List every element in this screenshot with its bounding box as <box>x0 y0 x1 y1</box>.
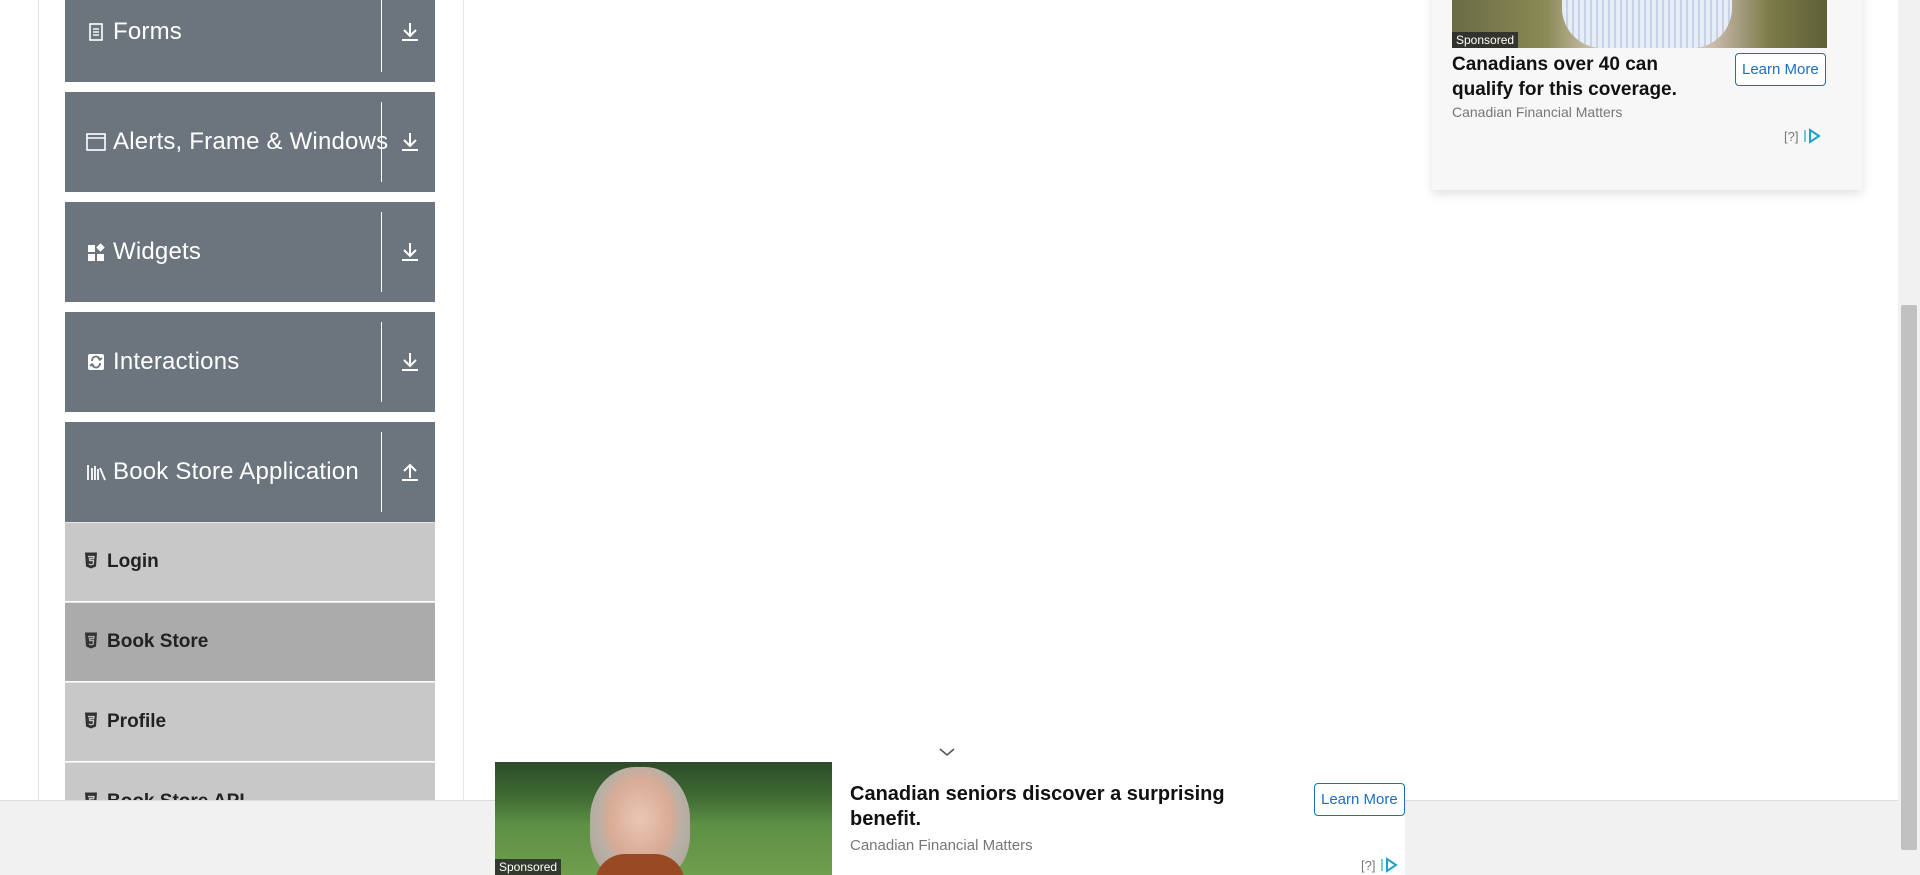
divider <box>381 0 382 72</box>
interactions-icon <box>88 354 104 370</box>
ad-source[interactable]: Canadian Financial Matters <box>850 837 1033 854</box>
ad-choices[interactable]: [?] <box>1784 128 1822 144</box>
submenu-item-book-store[interactable]: Book Store <box>65 602 435 681</box>
html5-icon <box>85 632 97 649</box>
html5-icon <box>85 552 97 569</box>
divider <box>381 212 382 292</box>
ad-headline[interactable]: Canadians over 40 can qualify for this c… <box>1452 52 1717 102</box>
page: Forms Alerts, Frame & Windows Widgets In… <box>0 0 1920 875</box>
adchoices-icon[interactable] <box>1804 128 1822 144</box>
nav-column-border <box>463 0 464 800</box>
ad-help-link[interactable]: [?] <box>1784 129 1798 144</box>
scrollbar-thumb[interactable] <box>1901 305 1917 850</box>
sponsored-ad-bottom[interactable]: Sponsored Canadian seniors discover a su… <box>495 762 1405 875</box>
left-column-border <box>38 0 39 800</box>
download-arrow-icon[interactable] <box>397 349 423 375</box>
divider <box>381 322 382 402</box>
download-arrow-icon[interactable] <box>397 19 423 45</box>
nav-group-widgets[interactable]: Widgets <box>65 202 435 302</box>
sponsored-ad-top[interactable]: Sponsored Canadians over 40 can qualify … <box>1432 0 1862 190</box>
nav-group-label: Book Store Application <box>113 458 359 485</box>
ad-image-subject <box>1562 0 1732 48</box>
divider <box>381 102 382 182</box>
download-arrow-icon[interactable] <box>397 129 423 155</box>
document-icon <box>89 23 103 41</box>
submenu-item-login[interactable]: Login <box>65 522 435 601</box>
ad-headline[interactable]: Canadian seniors discover a surprising b… <box>850 782 1250 832</box>
divider <box>381 432 382 512</box>
ad-source[interactable]: Canadian Financial Matters <box>1452 104 1622 120</box>
submenu-item-profile[interactable]: Profile <box>65 682 435 761</box>
nav-group-label: Forms <box>113 18 182 45</box>
ad-help-link[interactable]: [?] <box>1361 858 1375 873</box>
ad-image[interactable]: Sponsored <box>495 762 832 875</box>
nav-group-interactions[interactable]: Interactions <box>65 312 435 412</box>
widgets-icon <box>88 243 105 261</box>
window-icon <box>86 133 106 151</box>
upload-arrow-icon[interactable] <box>397 459 423 485</box>
nav-group-forms[interactable]: Forms <box>65 0 435 82</box>
adchoices-icon[interactable] <box>1381 857 1399 873</box>
learn-more-button[interactable]: Learn More <box>1735 53 1826 86</box>
nav-group-label: Alerts, Frame & Windows <box>113 128 389 155</box>
submenu-label: Login <box>107 551 159 572</box>
ad-image[interactable]: Sponsored <box>1452 0 1827 48</box>
sponsored-label: Sponsored <box>495 859 562 875</box>
books-icon <box>87 465 106 481</box>
chevron-down-icon[interactable] <box>937 745 957 759</box>
learn-more-button[interactable]: Learn More <box>1314 783 1405 816</box>
nav-group-book-store-application[interactable]: Book Store Application <box>65 422 435 522</box>
html5-icon <box>85 712 97 729</box>
submenu-label: Book Store <box>107 631 209 652</box>
nav-group-label: Widgets <box>113 238 202 265</box>
submenu-label: Profile <box>107 711 167 732</box>
nav-group-alerts[interactable]: Alerts, Frame & Windows <box>65 92 435 192</box>
nav-group-label: Interactions <box>113 348 240 375</box>
ad-choices[interactable]: [?] <box>1361 857 1399 873</box>
download-arrow-icon[interactable] <box>397 239 423 265</box>
sponsored-label: Sponsored <box>1452 32 1519 48</box>
